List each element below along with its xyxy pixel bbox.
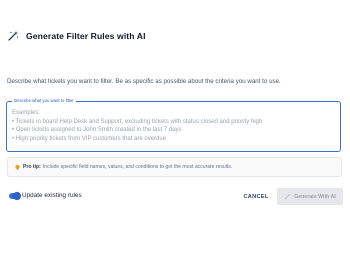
pro-tip-box: Pro tip: Include specific field names, v…	[7, 157, 342, 177]
generate-with-ai-button[interactable]: Generate With AI	[277, 188, 343, 205]
cancel-button[interactable]: CANCEL	[239, 189, 273, 204]
pro-tip-label: Pro tip:	[23, 164, 41, 170]
filter-description-input[interactable]: Examples: • Tickets in board Help Desk a…	[12, 109, 335, 143]
magic-wand-icon	[284, 193, 291, 200]
dialog-description: Describe what tickets you want to filter…	[7, 78, 281, 85]
magic-wand-icon	[7, 30, 19, 42]
pro-tip-text: Include specific field names, values, an…	[42, 164, 233, 170]
generate-filter-dialog: Generate Filter Rules with AI Describe w…	[0, 0, 350, 263]
update-existing-rules-label: Update existing rules	[22, 192, 82, 199]
filter-field-label: Describe what you want to filter	[12, 98, 76, 104]
dialog-footer: Update existing rules CANCEL Generate Wi…	[7, 188, 343, 205]
generate-button-label: Generate With AI	[294, 193, 336, 200]
filter-description-field[interactable]: Describe what you want to filter Example…	[6, 98, 341, 152]
dialog-title: Generate Filter Rules with AI	[26, 31, 146, 41]
lightbulb-icon	[14, 164, 21, 171]
toggle-knob	[13, 192, 21, 200]
update-existing-rules-toggle[interactable]	[9, 192, 21, 200]
dialog-header: Generate Filter Rules with AI	[7, 26, 146, 46]
